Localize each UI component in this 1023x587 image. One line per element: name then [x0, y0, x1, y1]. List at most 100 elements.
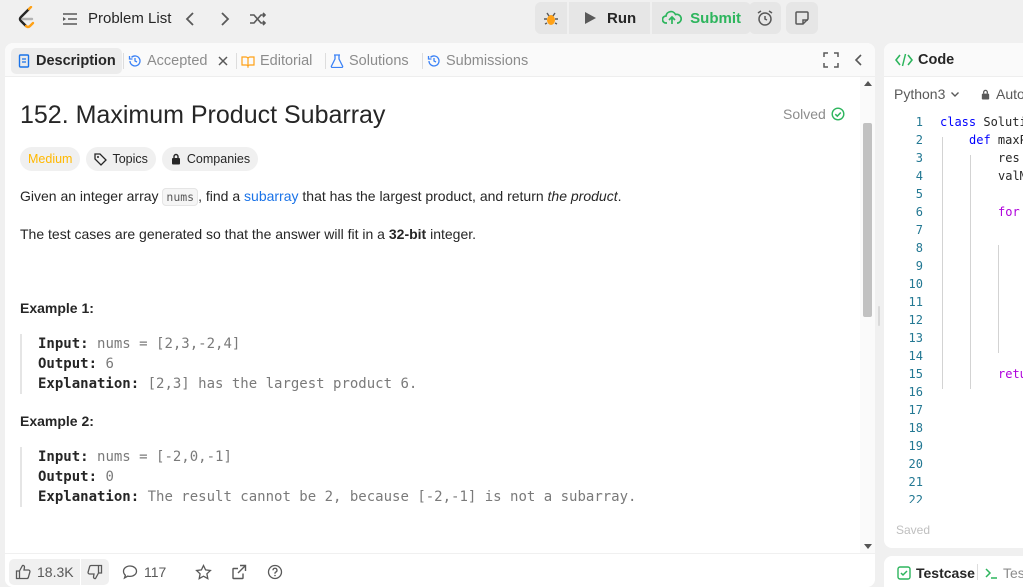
input-value: nums = [2,3,-2,4]	[97, 336, 241, 352]
scroll-up-arrow[interactable]	[864, 81, 872, 86]
code-line: valM	[998, 169, 1023, 183]
testcase-tab[interactable]: Testcase	[897, 565, 975, 581]
play-icon	[585, 12, 596, 24]
companies-label: Companies	[186, 152, 251, 166]
history-icon	[128, 55, 141, 67]
tab-editorial-label: Editorial	[260, 53, 313, 69]
problem-list-icon[interactable]	[62, 11, 78, 27]
line-number: 1	[915, 115, 923, 129]
test-result-tab[interactable]: Tes	[984, 565, 1023, 581]
leetcode-logo-icon[interactable]	[14, 6, 40, 32]
collapse-panel-icon[interactable]	[851, 52, 867, 68]
output-label: Output:	[38, 356, 98, 372]
code-text: maxP	[997, 133, 1023, 147]
code-brackets-icon	[895, 53, 913, 67]
line-number: 14	[908, 349, 923, 363]
line-number: 13	[908, 331, 923, 345]
comments-button[interactable]: 117	[122, 560, 166, 584]
language-select[interactable]: Python3	[894, 86, 961, 102]
star-icon[interactable]	[195, 564, 212, 581]
tab-description-label: Description	[36, 53, 116, 69]
prev-problem-icon[interactable]	[180, 9, 200, 29]
line-number: 8	[915, 241, 923, 255]
indent-guide	[942, 137, 943, 389]
code-keyword: class	[940, 115, 977, 129]
thumbs-down-icon	[87, 564, 102, 580]
code-line: retu	[998, 367, 1023, 381]
desc-bold: 32-bit	[388, 226, 427, 242]
desc-text: The test cases are generated so that the…	[20, 226, 389, 242]
desc-text: Given an integer array	[20, 188, 163, 204]
line-number: 6	[915, 205, 923, 219]
notes-button[interactable]	[786, 2, 818, 34]
tab-submissions[interactable]: Submissions	[421, 48, 534, 74]
testcase-panel: Testcase Tes	[884, 556, 1023, 587]
help-icon[interactable]	[267, 564, 283, 580]
scrollbar-thumb[interactable]	[863, 123, 872, 317]
code-keyword: for	[998, 205, 1020, 219]
panel-resize-handle[interactable]	[878, 306, 880, 326]
problem-title: 152. Maximum Product Subarray	[20, 101, 386, 129]
testcase-label: Testcase	[916, 565, 975, 581]
dislike-button[interactable]	[80, 559, 109, 585]
line-number: 11	[908, 295, 923, 309]
code-editor[interactable]: 1 2 3 4 5 6 7 8 9 10 11 12 13 14 15 16 17 18 19 20 21 22 class…	[884, 111, 1023, 503]
tab-solutions-label: Solutions	[349, 53, 409, 69]
tab-description[interactable]: Description	[11, 48, 122, 74]
desc-text: .	[617, 188, 622, 204]
problem-constraint-note: The test cases are generated so that the…	[20, 226, 476, 242]
description-panel: Description Accepted Editorial Solutions…	[5, 43, 875, 587]
submit-button[interactable]: Submit	[652, 2, 752, 34]
explanation-label: Explanation:	[38, 376, 140, 392]
document-icon	[18, 54, 30, 68]
tab-solutions[interactable]: Solutions	[324, 48, 415, 74]
like-button[interactable]: 18.3K	[9, 559, 80, 585]
code-keyword: def	[969, 133, 991, 147]
auto-toggle[interactable]: Auto	[980, 86, 1023, 102]
like-count: 18.3K	[37, 564, 74, 580]
companies-button[interactable]: Companies	[161, 147, 259, 171]
cloud-upload-icon	[662, 10, 683, 24]
code-tab[interactable]: Code	[895, 52, 954, 68]
fullscreen-icon[interactable]	[823, 52, 839, 68]
code-line: class Soluti	[940, 115, 1023, 129]
next-problem-icon[interactable]	[215, 9, 235, 29]
debug-button[interactable]	[535, 2, 567, 34]
timer-button[interactable]	[749, 2, 781, 34]
bug-icon	[544, 12, 558, 25]
inline-code: nums	[162, 188, 199, 206]
explanation-label: Explanation:	[38, 489, 140, 505]
saved-status: Saved	[896, 523, 931, 537]
scroll-down-arrow[interactable]	[864, 544, 872, 549]
line-number: 15	[908, 367, 923, 381]
auto-label: Auto	[996, 86, 1023, 102]
line-number: 21	[908, 475, 923, 489]
description-scrollbar[interactable]	[860, 77, 875, 553]
close-tab-icon[interactable]	[216, 54, 230, 68]
output-value: 6	[105, 356, 114, 372]
problem-content: 152. Maximum Product Subarray Solved Med…	[5, 77, 860, 547]
code-text: Soluti	[976, 115, 1023, 129]
line-number: 19	[908, 439, 923, 453]
tab-accepted[interactable]: Accepted	[122, 48, 236, 74]
tab-editorial[interactable]: Editorial	[235, 48, 318, 74]
lock-icon	[981, 89, 990, 100]
shuffle-icon[interactable]	[248, 9, 268, 29]
subarray-link[interactable]: subarray	[244, 188, 298, 204]
chevron-down-icon	[951, 92, 960, 97]
code-panel: Code Python3 Auto 1 2 3 4 5 6 7 8 9 10 11 12 13 14 15 1…	[884, 43, 1023, 548]
line-number: 17	[908, 403, 923, 417]
run-button[interactable]: Run	[569, 2, 651, 34]
code-line: res	[998, 151, 1020, 165]
topics-button[interactable]: Topics	[86, 147, 156, 171]
code-keyword: retu	[998, 367, 1023, 381]
problem-list-label[interactable]: Problem List	[88, 10, 171, 27]
explanation-value: The result cannot be 2, because [-2,-1] …	[147, 489, 637, 505]
description-tabs: Description Accepted Editorial Solutions…	[5, 43, 875, 77]
share-icon[interactable]	[231, 564, 247, 580]
code-text: res	[998, 151, 1020, 165]
desc-text: that has the largest product, and return	[298, 188, 548, 204]
indent-guide	[970, 155, 971, 389]
line-number: 18	[908, 421, 923, 435]
note-icon	[795, 11, 809, 25]
